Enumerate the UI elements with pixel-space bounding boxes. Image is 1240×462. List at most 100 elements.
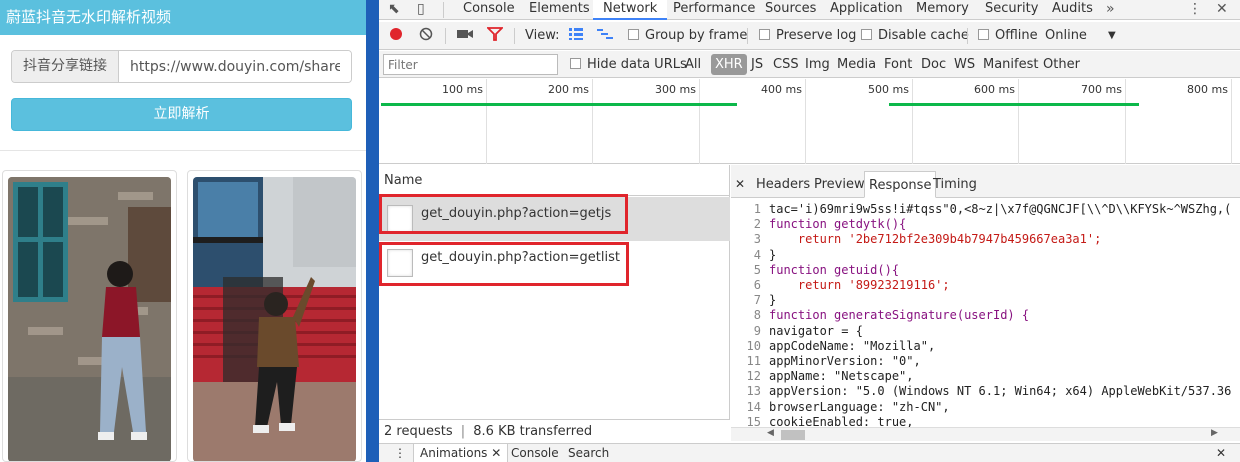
timeline-gridline — [1018, 79, 1019, 164]
filter-icon[interactable] — [485, 22, 505, 50]
url-label: 抖音分享链接 — [12, 51, 119, 82]
code-line: browserLanguage: "zh-CN", — [769, 399, 950, 414]
code-line: appVersion: "5.0 (Windows NT 6.1; Win64;… — [769, 384, 1232, 399]
tab-audits[interactable]: Audits — [1042, 0, 1103, 20]
line-number: 1 — [753, 202, 761, 216]
code-line: appMinorVersion: "0", — [769, 354, 921, 368]
tab-preview[interactable]: Preview — [810, 171, 869, 198]
filter-type-img[interactable]: Img — [802, 54, 833, 75]
video-card[interactable] — [2, 170, 177, 462]
hide-data-urls-label: Hide data URLs — [587, 57, 687, 72]
code-line: } — [769, 293, 777, 308]
code-line: navigator = { — [769, 323, 863, 338]
close-tab-icon[interactable]: ✕ — [491, 446, 501, 460]
line-number: 4 — [753, 247, 761, 262]
disable-cache-checkbox[interactable]: Disable cache — [861, 22, 969, 50]
view-label: View: — [525, 28, 560, 43]
filter-type-doc[interactable]: Doc — [918, 54, 949, 75]
large-rows-icon[interactable] — [569, 22, 583, 50]
timeline-tick-label: 600 ms — [974, 83, 1015, 96]
code-line: appCodeName: "Mozilla", — [769, 338, 936, 353]
tab-console[interactable]: Console — [453, 0, 525, 20]
throttle-select[interactable]: Online — [1045, 22, 1087, 50]
column-header-name[interactable]: Name — [379, 165, 729, 196]
scrollbar-thumb[interactable] — [781, 430, 805, 440]
filter-input[interactable] — [383, 54, 558, 75]
line-number: 9 — [753, 323, 761, 338]
tab-sources[interactable]: Sources — [755, 0, 826, 20]
tab-security[interactable]: Security — [975, 0, 1048, 20]
detail-tabbar: ✕ Headers Preview Response Timing — [731, 165, 1240, 198]
network-toolbar: View: Group by frame Preserve log Disabl… — [379, 22, 1240, 50]
separator — [443, 2, 444, 18]
tab-search[interactable]: Search — [568, 444, 609, 462]
window-divider — [366, 0, 379, 462]
tab-headers[interactable]: Headers — [752, 171, 814, 198]
scroll-left-icon[interactable]: ◀ — [767, 428, 774, 438]
inspect-element-icon[interactable]: ⬉ — [388, 0, 400, 20]
group-by-frame-checkbox[interactable]: Group by frame — [628, 22, 747, 50]
hide-data-urls-checkbox[interactable]: Hide data URLs — [570, 51, 687, 78]
filter-type-other[interactable]: Other — [1040, 54, 1083, 75]
separator — [967, 28, 968, 44]
tab-timing[interactable]: Timing — [929, 171, 981, 198]
filter-type-manifest[interactable]: Manifest — [980, 54, 1041, 75]
offline-label: Offline — [995, 28, 1038, 43]
tab-elements[interactable]: Elements — [519, 0, 600, 20]
divider — [0, 150, 366, 151]
video-card[interactable] — [187, 170, 362, 462]
filter-type-css[interactable]: CSS — [770, 54, 802, 75]
preserve-log-checkbox[interactable]: Preserve log — [759, 22, 856, 50]
tab-memory[interactable]: Memory — [906, 0, 979, 20]
line-number: 5 — [753, 262, 761, 277]
parse-button[interactable]: 立即解析 — [11, 98, 352, 131]
devtools-menu-icon[interactable]: ⋮ — [1188, 0, 1202, 20]
timeline-tick-label: 500 ms — [868, 83, 909, 96]
clear-icon[interactable] — [419, 22, 433, 50]
code-line: return '2be712bf2e309b4b7947b459667ea3a1… — [769, 232, 1102, 247]
network-overview-timeline[interactable]: 100 ms 200 ms 300 ms 400 ms 500 ms 600 m… — [379, 79, 1240, 164]
filter-type-js[interactable]: JS — [748, 54, 766, 75]
line-number: 10 — [746, 338, 761, 353]
tab-application[interactable]: Application — [820, 0, 913, 20]
request-timing-bar — [889, 103, 1139, 106]
capture-screenshots-icon[interactable] — [457, 22, 473, 50]
overview-icon[interactable] — [597, 22, 613, 50]
video-thumbnail[interactable] — [8, 177, 171, 461]
timeline-gridline — [1125, 79, 1126, 164]
line-number: 8 — [753, 308, 761, 323]
timeline-tick-label: 100 ms — [442, 83, 483, 96]
tab-network[interactable]: Network — [593, 0, 668, 20]
device-toggle-icon[interactable]: ▯ — [417, 0, 425, 20]
more-tabs-icon[interactable]: » — [1106, 0, 1115, 20]
response-code-view[interactable]: 1 tac='i)69mri9w5ss!i#tqss"0,<8~z|\x7f@Q… — [731, 202, 1240, 427]
share-url-input[interactable] — [119, 51, 351, 82]
line-number: 11 — [746, 354, 761, 368]
close-detail-icon[interactable]: ✕ — [731, 171, 749, 198]
line-number: 12 — [746, 369, 761, 384]
timeline-gridline — [912, 79, 913, 164]
video-thumbnail[interactable] — [193, 177, 356, 461]
scroll-right-icon[interactable]: ▶ — [1211, 428, 1218, 438]
tab-performance[interactable]: Performance — [663, 0, 765, 20]
close-drawer-icon[interactable]: ✕ — [1216, 444, 1226, 462]
filter-type-media[interactable]: Media — [834, 54, 879, 75]
tab-animations[interactable]: Animations ✕ — [413, 444, 509, 462]
tab-response[interactable]: Response — [864, 171, 937, 198]
horizontal-scrollbar[interactable]: ◀ ▶ — [731, 427, 1240, 441]
chevron-down-icon[interactable]: ▼ — [1108, 22, 1116, 50]
highlight-box — [379, 194, 628, 234]
filter-type-xhr[interactable]: XHR — [711, 54, 747, 75]
close-devtools-icon[interactable]: ✕ — [1216, 0, 1228, 20]
record-icon[interactable] — [389, 22, 403, 50]
drawer-menu-icon[interactable]: ⋮ — [394, 444, 406, 462]
filter-type-all[interactable]: All — [682, 54, 704, 75]
tab-drawer-console[interactable]: Console — [511, 444, 559, 462]
offline-checkbox[interactable]: Offline — [978, 22, 1038, 50]
timeline-gridline — [486, 79, 487, 164]
filter-bar: Hide data URLs All XHR JS CSS Img Media … — [379, 51, 1240, 78]
separator — [445, 28, 446, 44]
filter-type-ws[interactable]: WS — [951, 54, 978, 75]
throttle-value: Online — [1045, 28, 1087, 43]
filter-type-font[interactable]: Font — [881, 54, 915, 75]
